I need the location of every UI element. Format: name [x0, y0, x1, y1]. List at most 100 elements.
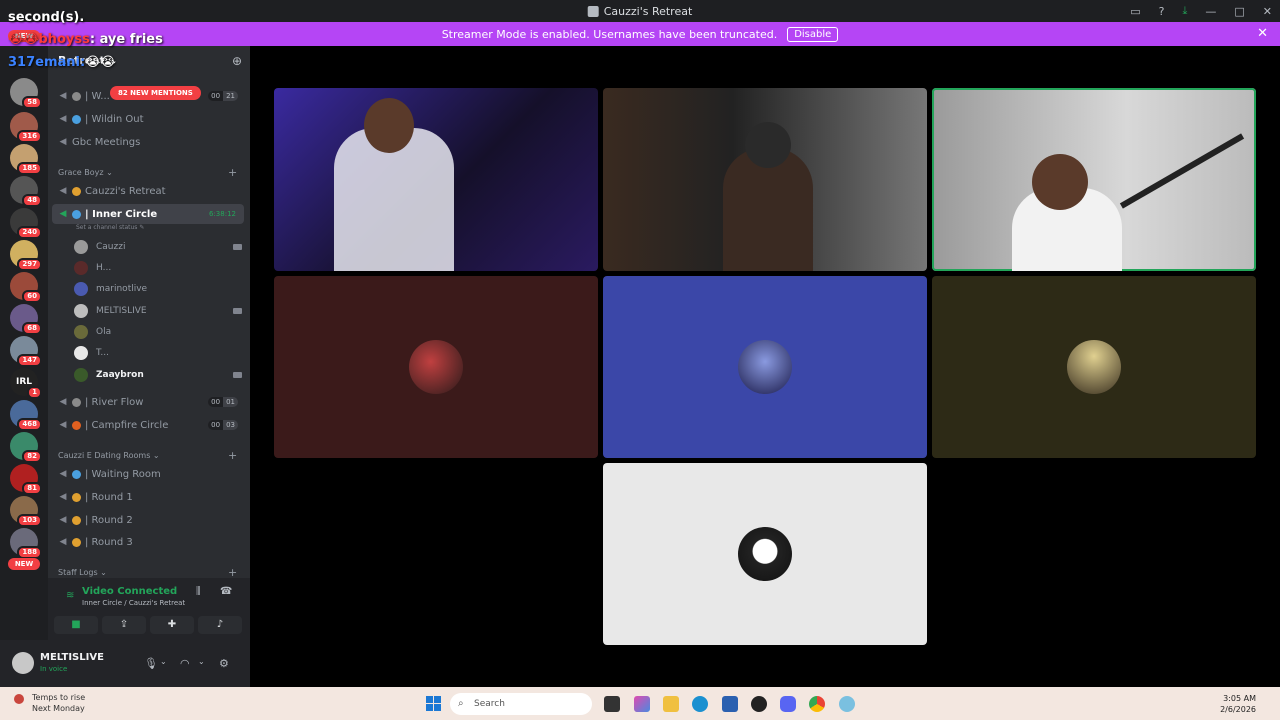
server-icon[interactable]: 60 — [10, 272, 42, 303]
audio-tile[interactable] — [932, 276, 1256, 458]
channel-round-3[interactable]: ◀ | Round 3 — [52, 532, 244, 552]
medal-icon — [72, 492, 81, 502]
weather-widget[interactable]: Temps to rise Next Monday — [14, 692, 85, 714]
server-icon[interactable]: 103 — [10, 496, 42, 527]
channel-campfire-circle[interactable]: ◀ | Campfire Circle 00 03 — [52, 415, 244, 435]
close-button[interactable]: ✕ — [1263, 5, 1272, 18]
voice-member[interactable]: marinotlive — [74, 280, 242, 298]
screen-share-button[interactable]: ⇪ — [102, 616, 146, 634]
server-icon[interactable]: 468 — [10, 400, 42, 431]
server-icon[interactable]: 240 — [10, 208, 42, 239]
server-icon[interactable]: 58 — [10, 78, 42, 109]
soundboard-button[interactable]: ♪ — [198, 616, 242, 634]
copilot-icon[interactable] — [634, 696, 650, 712]
channel-gbc-meetings[interactable]: ◀ Gbc Meetings — [52, 132, 244, 152]
taskbar-search[interactable]: ⌕ Search — [450, 693, 592, 715]
taskbar: Temps to rise Next Monday ⌕ Search 3:05 … — [0, 687, 1280, 720]
server-icon[interactable]: 297 — [10, 240, 42, 271]
voice-status[interactable]: Video Connected — [82, 586, 177, 597]
disconnect-icon[interactable]: ☎ — [220, 586, 232, 597]
server-icon[interactable]: 147 — [10, 336, 42, 367]
category-staff-logs[interactable]: Staff Logs ⌄ + — [58, 566, 237, 579]
video-figure-head — [364, 98, 414, 153]
server-icon-irl[interactable]: IRL 1 — [10, 368, 42, 399]
server-icon[interactable]: 188 — [10, 528, 42, 559]
app-icon[interactable] — [751, 696, 767, 712]
audio-tile[interactable] — [603, 463, 927, 645]
inbox-icon[interactable]: ▭ — [1130, 5, 1140, 18]
server-icon[interactable]: 185 — [10, 144, 42, 175]
camera-button[interactable]: ■ — [54, 616, 98, 634]
new-mentions-pill[interactable]: 82 NEW MENTIONS — [110, 86, 201, 100]
category-dating-rooms[interactable]: Cauzzi E Dating Rooms ⌄ + — [58, 449, 237, 462]
channel-cauzzis-retreat[interactable]: ◀ Cauzzi's Retreat — [52, 181, 244, 201]
start-button[interactable] — [426, 696, 441, 711]
headphones-icon[interactable]: ◠ — [180, 657, 190, 670]
speaker-icon: ◀ — [59, 537, 67, 547]
audio-tile[interactable] — [603, 276, 927, 458]
voice-location[interactable]: Inner Circle / Cauzzi's Retreat — [82, 599, 185, 607]
channel-status[interactable]: Set a channel status ✎ — [76, 224, 144, 231]
avatar — [74, 304, 88, 318]
file-explorer-icon[interactable] — [663, 696, 679, 712]
channel-waiting-room[interactable]: ◀ | Waiting Room — [52, 464, 244, 484]
speaker-icon: ◀ — [59, 137, 67, 147]
voice-member[interactable]: MELTISLIVE — [74, 302, 242, 320]
edge-icon[interactable] — [692, 696, 708, 712]
download-icon[interactable]: ⤓ — [1183, 4, 1188, 18]
user-count-pill: 00 03 — [208, 420, 238, 430]
speaker-icon: ◀ — [59, 469, 67, 479]
channel-round-2[interactable]: ◀ | Round 2 — [52, 510, 244, 530]
chevron-down-icon[interactable]: ⌄ — [198, 657, 205, 666]
voice-member[interactable]: Zaaybron — [74, 366, 242, 384]
voice-member[interactable]: H... — [74, 259, 242, 277]
avatar[interactable] — [12, 652, 34, 674]
audio-tile[interactable] — [274, 276, 598, 458]
channel-inner-circle[interactable]: ◀ | Inner Circle 6:38:12 — [52, 204, 244, 224]
server-icon[interactable]: 81 — [10, 464, 42, 495]
invite-icon[interactable]: ⊕ — [232, 54, 242, 68]
discord-taskbar-icon[interactable] — [780, 696, 796, 712]
avatar — [74, 261, 88, 275]
server-icon[interactable]: 82 — [10, 432, 42, 463]
signal-icon[interactable]: ≋ — [66, 590, 76, 601]
disable-button[interactable]: Disable — [787, 26, 839, 42]
voice-member[interactable]: T... — [74, 344, 242, 362]
camera-icon — [233, 372, 242, 378]
system-clock[interactable]: 3:05 AM 2/6/2026 — [1220, 693, 1256, 715]
maximize-button[interactable]: □ — [1234, 5, 1244, 18]
activities-button[interactable]: ✚ — [150, 616, 194, 634]
channel-emoji-icon — [72, 91, 81, 101]
channel-wildin-out[interactable]: ◀ | Wildin Out — [52, 109, 244, 129]
store-icon[interactable] — [722, 696, 738, 712]
app-icon[interactable] — [839, 696, 855, 712]
username[interactable]: MELTISLIVE — [40, 652, 104, 663]
voice-member[interactable]: Ola — [74, 323, 242, 341]
gear-icon[interactable]: ⚙ — [219, 657, 229, 670]
channel-round-1[interactable]: ◀ | Round 1 — [52, 487, 244, 507]
avatar — [74, 282, 88, 296]
server-rail: NEW 58 316 185 48 240 297 60 68 147 IRL 1… — [0, 30, 48, 687]
server-icon[interactable]: 48 — [10, 176, 42, 207]
add-channel-icon: + — [228, 449, 238, 462]
task-view-icon[interactable] — [604, 696, 620, 712]
help-icon[interactable]: ? — [1159, 5, 1165, 18]
minimize-button[interactable]: — — [1205, 5, 1216, 18]
video-tile-speaking[interactable] — [932, 88, 1256, 271]
avatar — [74, 346, 88, 360]
category-grace-boyz[interactable]: Grace Boyz ⌄ + — [58, 166, 237, 179]
video-tile[interactable] — [603, 88, 927, 271]
server-icon[interactable]: 316 — [10, 112, 42, 143]
microphone-icon[interactable]: 🎙 — [144, 657, 158, 670]
avatar — [1067, 340, 1121, 394]
channel-river-flow[interactable]: ◀ | River Flow 00 01 — [52, 392, 244, 412]
chrome-icon[interactable] — [809, 696, 825, 712]
chevron-down-icon[interactable]: ⌄ — [160, 657, 167, 666]
video-tile[interactable] — [274, 88, 598, 271]
voice-member[interactable]: Cauzzi — [74, 238, 242, 256]
noise-suppression-icon[interactable]: ⫼ — [196, 586, 201, 597]
close-icon[interactable]: ✕ — [1257, 26, 1268, 41]
new-pill-bottom[interactable]: NEW — [8, 558, 40, 570]
server-icon[interactable]: 68 — [10, 304, 42, 335]
speaker-icon: ◀ — [59, 91, 67, 101]
